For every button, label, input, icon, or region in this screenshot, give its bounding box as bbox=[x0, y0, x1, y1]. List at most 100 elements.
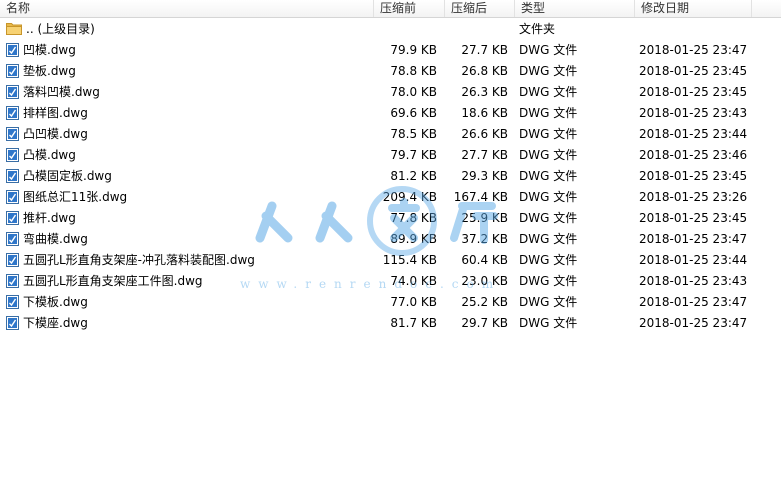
file-modified-date: 2018-01-25 23:47 bbox=[639, 316, 748, 330]
file-row[interactable]: 排样图.dwg 69.6 KB 18.6 KB DWG 文件 2018-01-25 23… bbox=[0, 103, 781, 124]
file-original-size: 27.7 KB bbox=[461, 148, 508, 162]
file-modified-date: 2018-01-25 23:47 bbox=[639, 43, 748, 57]
file-name-cell: 弯曲模.dwg bbox=[6, 229, 372, 250]
file-row[interactable]: 凸凹模.dwg 78.5 KB 26.6 KB DWG 文件 2018-01-25 23… bbox=[0, 124, 781, 145]
file-row[interactable]: 垫板.dwg 78.8 KB 26.8 KB DWG 文件 2018-01-25 23:… bbox=[0, 61, 781, 82]
file-original-size: 18.6 KB bbox=[461, 106, 508, 120]
file-compressed-size: 81.2 KB bbox=[390, 169, 437, 183]
dwg-file-icon bbox=[6, 231, 19, 246]
dwg-file-icon bbox=[6, 189, 19, 204]
file-name-cell: 凸模固定板.dwg bbox=[6, 166, 372, 187]
file-original-size: 26.6 KB bbox=[461, 127, 508, 141]
file-row[interactable]: 弯曲模.dwg 89.9 KB 37.2 KB DWG 文件 2018-01-25 23… bbox=[0, 229, 781, 250]
column-filler bbox=[752, 0, 781, 17]
file-row[interactable]: 五圆孔L形直角支架座-冲孔落料装配图.dwg 115.4 KB 60.4 KB DWG… bbox=[0, 250, 781, 271]
column-original[interactable]: 压缩后 bbox=[445, 0, 515, 17]
file-row[interactable]: 图纸总汇11张.dwg 209.4 KB 167.4 KB DWG 文件 2018-01… bbox=[0, 187, 781, 208]
file-compressed-size: 89.9 KB bbox=[390, 232, 437, 246]
file-modified-date: 2018-01-25 23:44 bbox=[639, 127, 748, 141]
file-modified-date: 2018-01-25 23:44 bbox=[639, 253, 748, 267]
file-type: DWG 文件 bbox=[519, 190, 578, 204]
file-name-cell: 凹模.dwg bbox=[6, 40, 372, 61]
dwg-file-icon bbox=[6, 147, 19, 162]
file-list-window: 名称 压缩前 压缩后 类型 修改日期 .. (上级目录) 文件夹 凹模.dwg 7… bbox=[0, 0, 781, 483]
file-modified-date: 2018-01-25 23:43 bbox=[639, 274, 748, 288]
file-type: DWG 文件 bbox=[519, 169, 578, 183]
dwg-file-icon bbox=[6, 84, 19, 99]
file-type: DWG 文件 bbox=[519, 211, 578, 225]
file-original-size: 23.0 KB bbox=[461, 274, 508, 288]
file-modified-date: 2018-01-25 23:45 bbox=[639, 85, 748, 99]
dwg-file-icon bbox=[6, 63, 19, 78]
parent-directory-name: .. (上级目录) bbox=[6, 19, 372, 40]
column-compressed[interactable]: 压缩前 bbox=[374, 0, 445, 17]
file-name-cell: 图纸总汇11张.dwg bbox=[6, 187, 372, 208]
file-name-cell: 凸模.dwg bbox=[6, 145, 372, 166]
file-name-cell: 下模板.dwg bbox=[6, 292, 372, 313]
file-compressed-size: 115.4 KB bbox=[382, 253, 437, 267]
file-name: 推杆.dwg bbox=[23, 211, 76, 225]
file-row[interactable]: 五圆孔L形直角支架座工件图.dwg 74.0 KB 23.0 KB DWG 文件 201… bbox=[0, 271, 781, 292]
file-name: 下模板.dwg bbox=[23, 295, 88, 309]
file-compressed-size: 78.5 KB bbox=[390, 127, 437, 141]
file-type: DWG 文件 bbox=[519, 253, 578, 267]
file-name-cell: 垫板.dwg bbox=[6, 61, 372, 82]
file-modified-date: 2018-01-25 23:26 bbox=[639, 190, 748, 204]
dwg-file-icon bbox=[6, 105, 19, 120]
file-name: 凸模固定板.dwg bbox=[23, 169, 112, 183]
file-original-size: 29.7 KB bbox=[461, 316, 508, 330]
file-name-cell: 五圆孔L形直角支架座-冲孔落料装配图.dwg bbox=[6, 250, 372, 271]
file-row[interactable]: 落料凹模.dwg 78.0 KB 26.3 KB DWG 文件 2018-01-25 2… bbox=[0, 82, 781, 103]
file-compressed-size: 209.4 KB bbox=[382, 190, 437, 204]
file-name-cell: 落料凹模.dwg bbox=[6, 82, 372, 103]
file-compressed-size: 78.8 KB bbox=[390, 64, 437, 78]
file-original-size: 167.4 KB bbox=[453, 190, 508, 204]
file-row[interactable]: 凹模.dwg 79.9 KB 27.7 KB DWG 文件 2018-01-25 23:… bbox=[0, 40, 781, 61]
parent-directory-row[interactable]: .. (上级目录) 文件夹 bbox=[0, 19, 781, 40]
file-modified-date: 2018-01-25 23:46 bbox=[639, 148, 748, 162]
file-compressed-size: 78.0 KB bbox=[390, 85, 437, 99]
file-modified-date: 2018-01-25 23:45 bbox=[639, 169, 748, 183]
column-header: 名称 压缩前 压缩后 类型 修改日期 bbox=[0, 0, 781, 18]
file-name-cell: 五圆孔L形直角支架座工件图.dwg bbox=[6, 271, 372, 292]
file-row[interactable]: 凸模.dwg 79.7 KB 27.7 KB DWG 文件 2018-01-25 23:… bbox=[0, 145, 781, 166]
file-name: 凸模.dwg bbox=[23, 148, 76, 162]
parent-directory-type: 文件夹 bbox=[519, 22, 556, 36]
parent-directory-label: .. (上级目录) bbox=[26, 22, 95, 36]
file-original-size: 26.3 KB bbox=[461, 85, 508, 99]
file-compressed-size: 79.9 KB bbox=[390, 43, 437, 57]
dwg-file-icon bbox=[6, 168, 19, 183]
dwg-file-icon bbox=[6, 252, 19, 267]
file-name: 图纸总汇11张.dwg bbox=[23, 190, 128, 204]
file-compressed-size: 77.0 KB bbox=[390, 295, 437, 309]
file-row[interactable]: 推杆.dwg 77.8 KB 25.9 KB DWG 文件 2018-01-25 23:… bbox=[0, 208, 781, 229]
file-type: DWG 文件 bbox=[519, 274, 578, 288]
dwg-file-icon bbox=[6, 273, 19, 288]
file-type: DWG 文件 bbox=[519, 295, 578, 309]
file-original-size: 60.4 KB bbox=[461, 253, 508, 267]
file-modified-date: 2018-01-25 23:45 bbox=[639, 64, 748, 78]
file-type: DWG 文件 bbox=[519, 127, 578, 141]
file-row[interactable]: 凸模固定板.dwg 81.2 KB 29.3 KB DWG 文件 2018-01-25 … bbox=[0, 166, 781, 187]
file-name: 弯曲模.dwg bbox=[23, 232, 88, 246]
file-original-size: 25.9 KB bbox=[461, 211, 508, 225]
dwg-file-icon bbox=[6, 315, 19, 330]
dwg-file-icon bbox=[6, 210, 19, 225]
column-modified[interactable]: 修改日期 bbox=[635, 0, 752, 17]
file-name-cell: 凸凹模.dwg bbox=[6, 124, 372, 145]
file-name-cell: 排样图.dwg bbox=[6, 103, 372, 124]
file-name: 下模座.dwg bbox=[23, 316, 88, 330]
file-type: DWG 文件 bbox=[519, 85, 578, 99]
file-row[interactable]: 下模座.dwg 81.7 KB 29.7 KB DWG 文件 2018-01-25 23… bbox=[0, 313, 781, 334]
file-type: DWG 文件 bbox=[519, 106, 578, 120]
file-type: DWG 文件 bbox=[519, 316, 578, 330]
file-modified-date: 2018-01-25 23:43 bbox=[639, 106, 748, 120]
column-type[interactable]: 类型 bbox=[515, 0, 635, 17]
file-original-size: 37.2 KB bbox=[461, 232, 508, 246]
file-type: DWG 文件 bbox=[519, 64, 578, 78]
dwg-file-icon bbox=[6, 294, 19, 309]
folder-icon bbox=[6, 23, 22, 35]
file-row[interactable]: 下模板.dwg 77.0 KB 25.2 KB DWG 文件 2018-01-25 23… bbox=[0, 292, 781, 313]
file-list: .. (上级目录) 文件夹 凹模.dwg 79.9 KB 27.7 KB DWG 文件… bbox=[0, 19, 781, 334]
column-name[interactable]: 名称 bbox=[0, 0, 374, 17]
